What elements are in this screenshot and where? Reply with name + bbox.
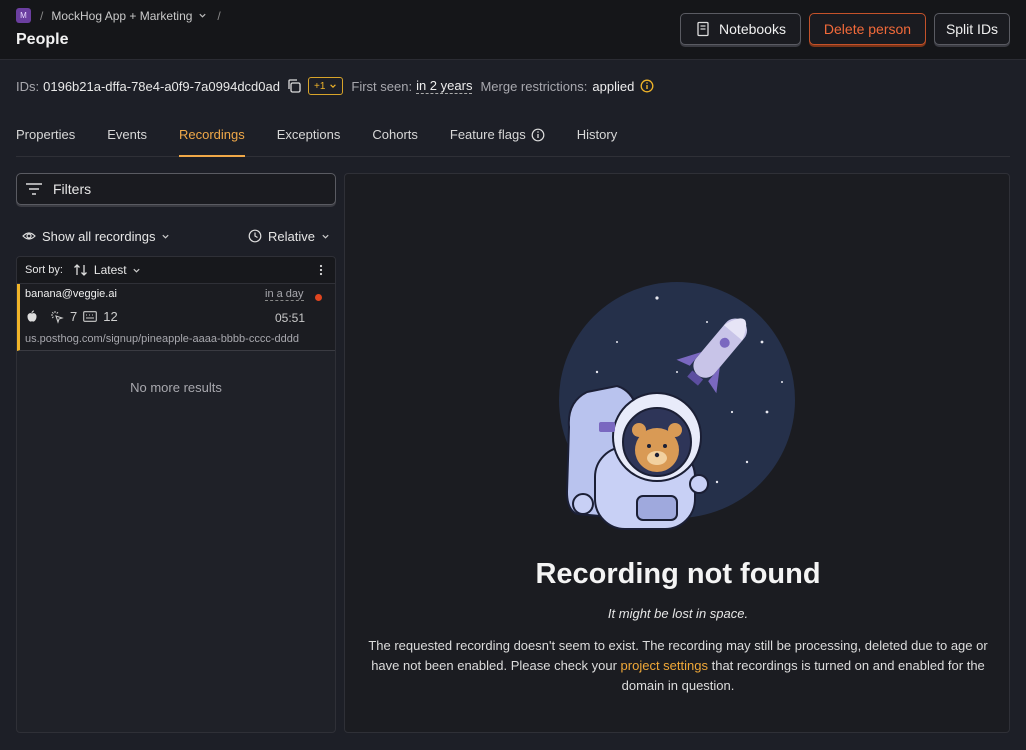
- show-all-recordings-dropdown[interactable]: Show all recordings: [16, 226, 176, 246]
- keyboard-icon: [83, 311, 98, 322]
- first-seen-label: First seen:: [351, 78, 413, 94]
- filters-button[interactable]: Filters: [16, 173, 336, 205]
- apple-icon: [27, 310, 37, 322]
- recording-options: Show all recordings Relative: [16, 226, 336, 246]
- project-switcher[interactable]: MockHog App + Marketing: [51, 9, 207, 23]
- project-settings-link[interactable]: project settings: [621, 658, 708, 673]
- tab-recordings[interactable]: Recordings: [179, 118, 245, 157]
- list-item[interactable]: banana@veggie.ai in a day 7 12 05:51 us.…: [17, 284, 335, 351]
- show-all-label: Show all recordings: [42, 228, 156, 244]
- merge-restrictions-label: Merge restrictions:: [480, 78, 588, 94]
- sort-dropdown[interactable]: Latest: [73, 263, 141, 277]
- breadcrumb-separator: /: [40, 8, 44, 23]
- notebooks-button[interactable]: Notebooks: [680, 13, 801, 45]
- live-indicator: [315, 294, 322, 301]
- not-found-subtitle: It might be lost in space.: [607, 606, 749, 621]
- chevron-down-icon: [330, 84, 337, 88]
- notebooks-label: Notebooks: [719, 21, 786, 37]
- eye-icon: [22, 232, 36, 240]
- clock-icon: [248, 229, 262, 243]
- click-count: 7: [70, 309, 78, 324]
- astronaut-illustration: [559, 282, 795, 530]
- tab-events[interactable]: Events: [107, 118, 147, 157]
- tab-feature-flags-label: Feature flags: [449, 127, 526, 142]
- ids-value: 0196b21a-dffa-78e4-a0f9-7a0994dcd0ad: [43, 78, 280, 94]
- delete-person-button[interactable]: Delete person: [809, 13, 926, 45]
- no-more-results: No more results: [130, 380, 222, 395]
- sort-icon: [73, 264, 87, 276]
- tab-exceptions[interactable]: Exceptions: [277, 118, 341, 157]
- recordings-list: Sort by: Latest banana@veggie.ai in a da…: [16, 256, 336, 733]
- sort-label: Sort by:: [25, 264, 63, 276]
- project-badge: M: [16, 8, 31, 23]
- person-tabs: Properties Events Recordings Exceptions …: [16, 118, 1010, 157]
- chevron-down-icon: [162, 234, 170, 239]
- top-bar: M / MockHog App + Marketing / People Not…: [0, 0, 1026, 60]
- copy-icon[interactable]: [286, 78, 302, 94]
- recording-meta: 7 12: [26, 309, 118, 324]
- chevron-down-icon: [199, 13, 207, 18]
- tab-properties[interactable]: Properties: [16, 118, 75, 157]
- keypress-count: 12: [103, 309, 118, 324]
- filters-label: Filters: [53, 181, 92, 197]
- project-name: MockHog App + Marketing: [51, 8, 193, 23]
- recording-duration: 05:51: [275, 311, 306, 325]
- click-icon: [51, 310, 64, 324]
- ids-label: IDs:: [16, 78, 40, 94]
- merge-restrictions-value: applied: [592, 78, 635, 94]
- recording-panel: Recording not found It might be lost in …: [344, 173, 1010, 733]
- person-info-row: IDs: 0196b21a-dffa-78e4-a0f9-7a0994dcd0a…: [16, 76, 654, 96]
- sort-bar: Sort by: Latest: [17, 257, 335, 284]
- extra-ids-count: +1: [313, 80, 326, 92]
- chevron-down-icon: [132, 268, 140, 273]
- more-options-icon[interactable]: [315, 264, 327, 276]
- first-seen-value: in 2 years: [416, 78, 473, 94]
- breadcrumb-separator: /: [217, 8, 221, 23]
- info-icon[interactable]: [640, 79, 654, 93]
- breadcrumb: M / MockHog App + Marketing /: [16, 8, 229, 23]
- recording-time: in a day: [265, 288, 304, 301]
- relative-time-dropdown[interactable]: Relative: [242, 226, 336, 246]
- chevron-down-icon: [322, 234, 329, 239]
- recording-url: us.posthog.com/signup/pineapple-aaaa-bbb…: [25, 333, 299, 345]
- filter-icon: [26, 183, 42, 195]
- tab-cohorts[interactable]: Cohorts: [372, 118, 418, 157]
- extra-ids-dropdown[interactable]: +1: [307, 77, 344, 95]
- info-icon: [531, 128, 545, 142]
- relative-label: Relative: [268, 228, 315, 244]
- tab-feature-flags[interactable]: Feature flags: [450, 118, 545, 157]
- notebook-icon: [697, 21, 709, 37]
- sort-value: Latest: [93, 263, 127, 277]
- page-title: People: [16, 31, 69, 48]
- split-ids-button[interactable]: Split IDs: [934, 13, 1010, 45]
- not-found-description: The requested recording doesn't seem to …: [363, 636, 993, 696]
- tab-history[interactable]: History: [577, 118, 617, 157]
- not-found-title: Recording not found: [535, 558, 821, 590]
